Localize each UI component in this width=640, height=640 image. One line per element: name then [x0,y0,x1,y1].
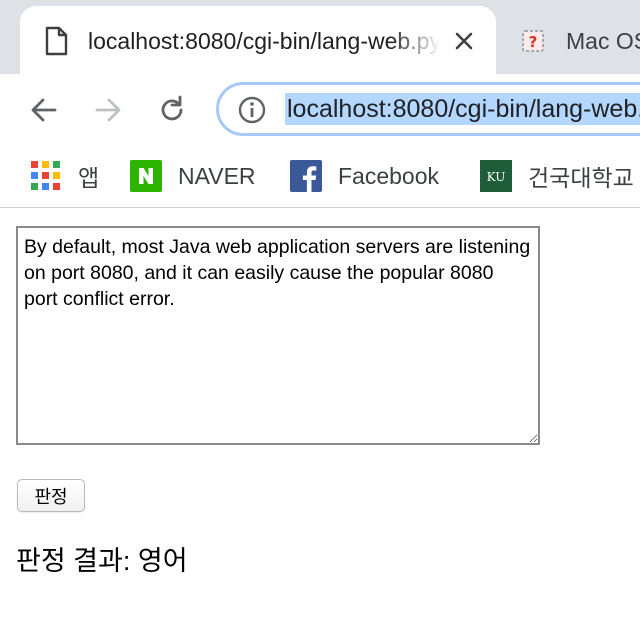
page-content: By default, most Java web application se… [0,208,640,640]
bookmark-label: Facebook [338,162,440,189]
judge-button[interactable]: 판정 [17,479,85,512]
bookmark-label: 앱 [78,165,100,191]
svg-text:KU: KU [487,170,506,184]
bookmark-apps[interactable]: 앱 [30,158,99,194]
bookmarks-bar: 앱 NAVER Facebook KU 건국대학교 [0,146,640,208]
back-arrow-icon [31,98,57,122]
browser-window: localhost:8080/cgi-bin/lang-web.py ? Mac… [0,0,640,640]
reload-icon [161,95,183,121]
document-icon [45,26,68,56]
tab-title: Mac OS X [566,28,640,54]
broken-plugin-icon: ? [522,30,544,52]
toolbar: localhost:8080/cgi-bin/lang-web.py [0,74,640,146]
url-text[interactable]: localhost:8080/cgi-bin/lang-web.py [285,93,640,125]
back-button[interactable] [24,90,64,130]
forward-button[interactable] [88,90,128,130]
tab-active[interactable]: localhost:8080/cgi-bin/lang-web.py [20,6,496,74]
naver-logo-icon [130,160,162,192]
bookmark-label: 건국대학교 [528,165,634,191]
reload-button[interactable] [152,90,192,130]
bookmark-konkuk[interactable]: KU 건국대학교 [480,158,634,194]
bookmark-label: NAVER [178,162,256,189]
ku-logo-icon: KU [480,160,512,192]
bookmark-naver[interactable]: NAVER [130,158,256,194]
tab-title: localhost:8080/cgi-bin/lang-web.py [88,28,440,54]
info-icon[interactable] [237,95,267,125]
svg-text:?: ? [529,33,538,51]
result-text: 판정 결과: 영어 [16,546,188,576]
forward-arrow-icon [95,98,121,122]
facebook-logo-icon [290,160,322,192]
text-input[interactable]: By default, most Java web application se… [16,226,540,445]
address-bar[interactable]: localhost:8080/cgi-bin/lang-web.py [216,82,640,136]
apps-grid-icon [31,161,60,190]
close-icon[interactable] [450,27,478,55]
tab-inactive[interactable]: ? Mac OS X [500,6,640,74]
bookmark-facebook[interactable]: Facebook [290,158,439,194]
tab-strip: localhost:8080/cgi-bin/lang-web.py ? Mac… [0,0,640,74]
